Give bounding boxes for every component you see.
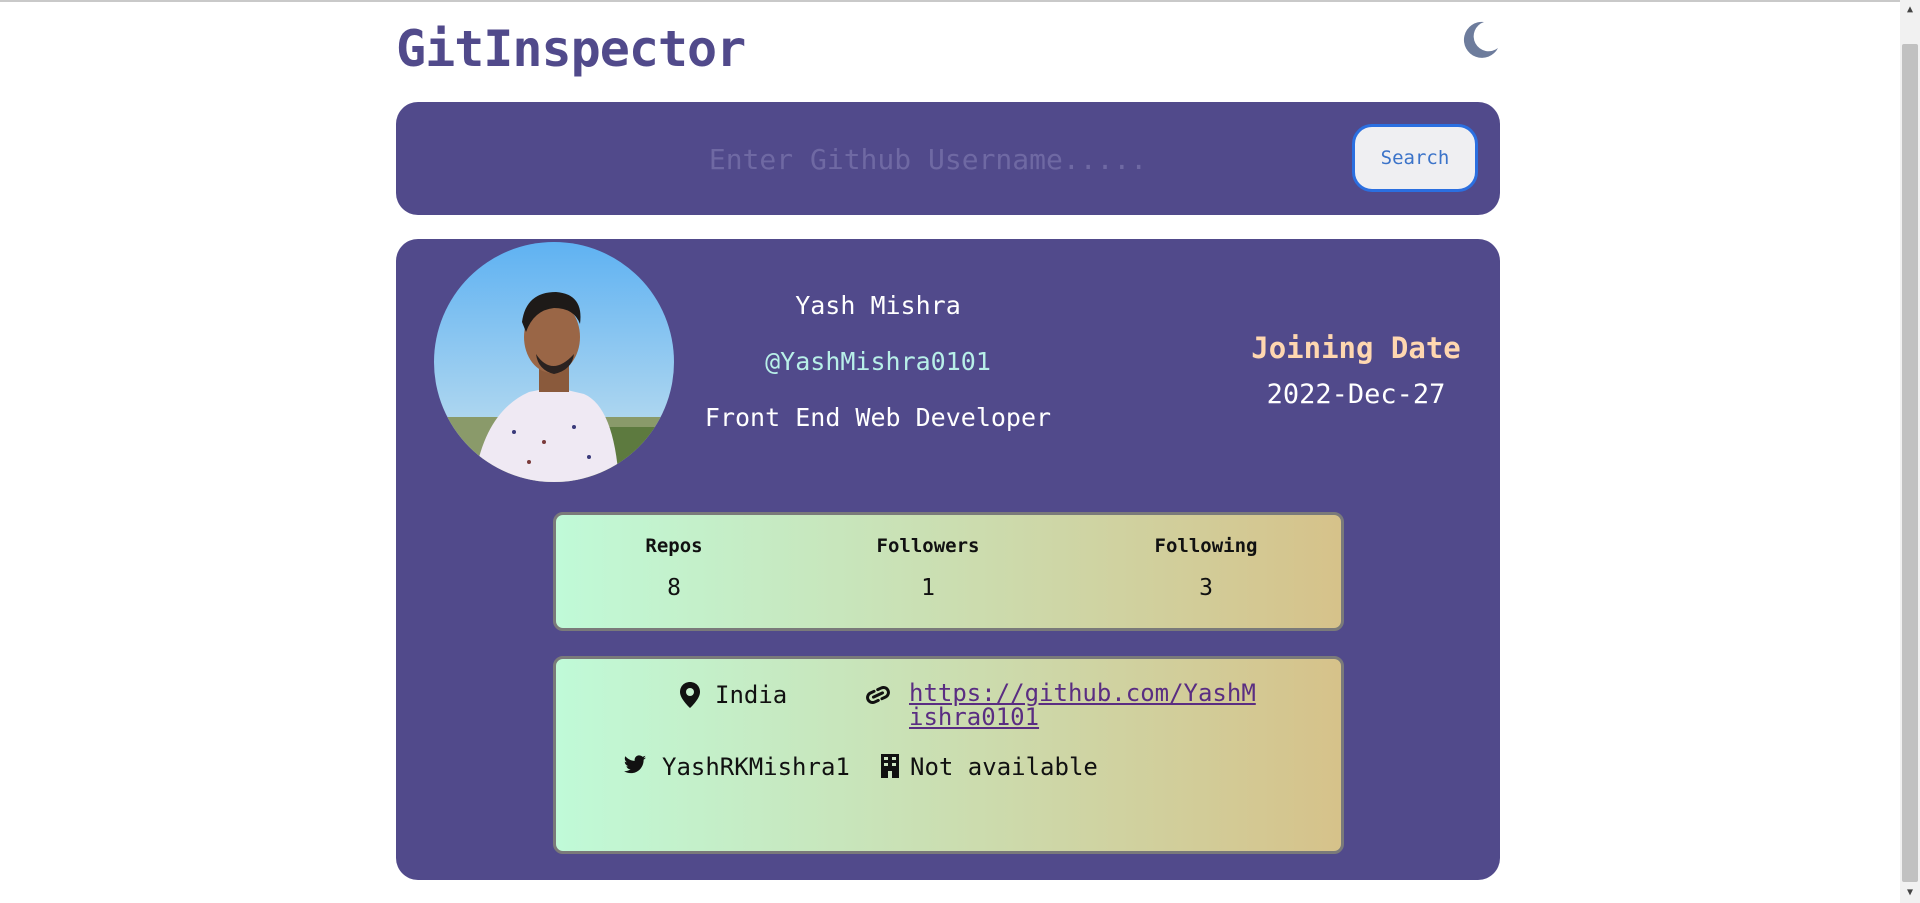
location-pin-icon xyxy=(679,681,705,709)
company-text: Not available xyxy=(910,753,1098,781)
search-bar: Search xyxy=(396,102,1500,215)
stat-following: Following 3 xyxy=(1126,535,1286,601)
links-box: India https://github.com/YashMishra0101 … xyxy=(553,656,1344,854)
vertical-scrollbar[interactable]: ▲ ▼ xyxy=(1900,0,1920,903)
stat-value: 8 xyxy=(667,575,681,601)
joining-date-value: 2022-Dec-27 xyxy=(1266,379,1446,410)
profile-card: Yash Mishra @YashMishra0101 Front End We… xyxy=(396,239,1500,880)
location-text: India xyxy=(715,681,788,709)
twitter-text: YashRKMishra1 xyxy=(662,753,850,781)
stat-repos: Repos 8 xyxy=(594,535,754,601)
stat-label: Following xyxy=(1154,535,1258,557)
stat-value: 1 xyxy=(921,575,935,601)
scroll-up-arrow-icon[interactable]: ▲ xyxy=(1900,0,1920,20)
stat-label: Repos xyxy=(645,535,703,557)
stat-label: Followers xyxy=(876,535,980,557)
website-link[interactable]: https://github.com/YashMishra0101 xyxy=(909,681,1269,729)
moon-icon[interactable] xyxy=(1458,18,1500,60)
stat-followers: Followers 1 xyxy=(848,535,1008,601)
header: GitInspector xyxy=(396,14,1500,84)
user-login: @YashMishra0101 xyxy=(765,347,991,376)
user-name: Yash Mishra xyxy=(795,291,961,320)
scroll-down-arrow-icon[interactable]: ▼ xyxy=(1900,883,1920,903)
joining-date-section: Joining Date 2022-Dec-27 xyxy=(1236,331,1476,410)
building-icon xyxy=(880,753,906,781)
joining-date-label: Joining Date xyxy=(1251,331,1461,365)
twitter-icon xyxy=(622,753,648,781)
stats-box: Repos 8 Followers 1 Following 3 xyxy=(553,512,1344,631)
app-logo-title: GitInspector xyxy=(396,20,746,78)
search-button[interactable]: Search xyxy=(1352,124,1478,192)
link-icon xyxy=(863,681,890,709)
search-input[interactable] xyxy=(596,132,1260,186)
app-container: GitInspector Search xyxy=(396,0,1500,903)
user-bio: Front End Web Developer xyxy=(704,403,1052,432)
stat-value: 3 xyxy=(1199,575,1213,601)
scroll-thumb[interactable] xyxy=(1902,44,1918,882)
